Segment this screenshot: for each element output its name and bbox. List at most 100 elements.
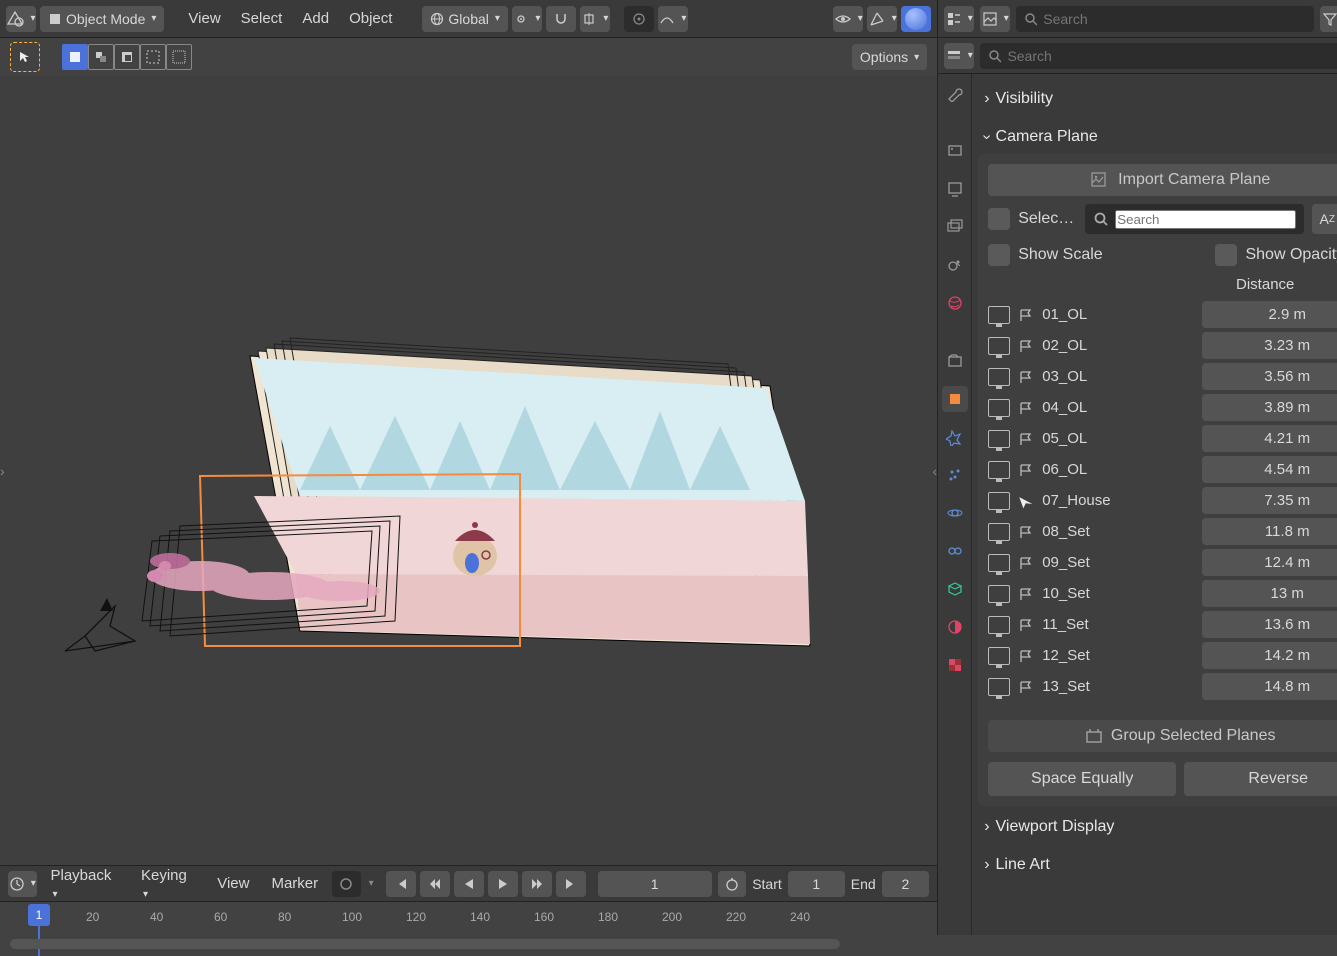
properties-search[interactable] xyxy=(980,43,1337,69)
show-opacity-checkbox[interactable] xyxy=(1215,244,1237,266)
timeline-marker[interactable]: Marker xyxy=(263,875,326,892)
panel-line-art[interactable]: ›Line Art xyxy=(976,848,1337,882)
plane-distance[interactable]: 3.89 m xyxy=(1202,394,1337,421)
timeline-ruler[interactable]: 1 20406080100120140160180200220240 xyxy=(0,901,937,935)
tab-texture[interactable] xyxy=(942,652,968,678)
plane-distance[interactable]: 7.35 m xyxy=(1202,487,1337,514)
start-frame[interactable]: 1 xyxy=(788,871,845,897)
plane-row[interactable]: 12_Set14.2 m xyxy=(988,640,1337,671)
mode-dropdown[interactable]: Object Mode▾ xyxy=(40,6,164,32)
snap-toggle[interactable] xyxy=(546,6,576,32)
show-scale-checkbox[interactable] xyxy=(988,244,1010,266)
preview-range[interactable] xyxy=(718,871,747,897)
proportional-falloff[interactable]: ▾ xyxy=(658,6,688,32)
plane-distance[interactable]: 13.6 m xyxy=(1202,611,1337,638)
monitor-icon[interactable] xyxy=(988,678,1010,696)
outliner-filter[interactable]: ▾ xyxy=(1320,6,1337,32)
panel-viewport-display[interactable]: ›Viewport Display⠿ xyxy=(976,810,1337,844)
outliner-search[interactable] xyxy=(1016,6,1314,32)
tab-collection[interactable] xyxy=(942,348,968,374)
outliner-display-mode[interactable]: ▾ xyxy=(980,6,1010,32)
monitor-icon[interactable] xyxy=(988,430,1010,448)
plane-distance[interactable]: 14.2 m xyxy=(1202,642,1337,669)
reverse-button[interactable]: Reverse xyxy=(1184,762,1337,796)
space-equally-button[interactable]: Space Equally xyxy=(988,762,1176,796)
panel-camera-plane[interactable]: › Camera Plane⠿ xyxy=(976,120,1337,154)
monitor-icon[interactable] xyxy=(988,461,1010,479)
timeline-editor-dropdown[interactable]: ▾ xyxy=(8,871,37,897)
transform-orientation[interactable]: Global▾ xyxy=(422,6,508,32)
options-dropdown[interactable]: Options▾ xyxy=(852,44,927,70)
tab-particles[interactable] xyxy=(942,462,968,488)
plane-row[interactable]: 13_Set14.8 m xyxy=(988,671,1337,702)
end-frame[interactable]: 2 xyxy=(882,871,930,897)
monitor-icon[interactable] xyxy=(988,368,1010,386)
jump-next-key[interactable] xyxy=(522,871,552,897)
plane-distance[interactable]: 3.56 m xyxy=(1202,363,1337,390)
plane-distance[interactable]: 13 m xyxy=(1202,580,1337,607)
plane-row[interactable]: 08_Set11.8 m xyxy=(988,516,1337,547)
outliner-editor-dropdown[interactable]: ▾ xyxy=(944,6,974,32)
jump-end[interactable] xyxy=(556,871,586,897)
monitor-icon[interactable] xyxy=(988,585,1010,603)
selmode-invert[interactable] xyxy=(140,44,166,70)
monitor-icon[interactable] xyxy=(988,616,1010,634)
selmode-new[interactable] xyxy=(62,44,88,70)
menu-view[interactable]: View xyxy=(180,10,228,27)
plane-row[interactable]: 07_House7.35 m xyxy=(988,485,1337,516)
jump-prev-key[interactable] xyxy=(420,871,450,897)
plane-row[interactable]: 05_OL4.21 m xyxy=(988,423,1337,454)
monitor-icon[interactable] xyxy=(988,399,1010,417)
plane-row[interactable]: 02_OL3.23 m xyxy=(988,330,1337,361)
tab-viewlayer[interactable] xyxy=(942,214,968,240)
group-selected-button[interactable]: Group Selected Planes xyxy=(988,720,1337,752)
selected-only-checkbox[interactable] xyxy=(988,208,1010,230)
gizmo-dropdown[interactable]: ▾ xyxy=(867,6,897,32)
plane-distance[interactable]: 3.23 m xyxy=(1202,332,1337,359)
plane-distance[interactable]: 4.54 m xyxy=(1202,456,1337,483)
pivot-dropdown[interactable]: ▾ xyxy=(512,6,542,32)
autokey-toggle[interactable] xyxy=(332,871,361,897)
plane-row[interactable]: 01_OL2.9 m xyxy=(988,299,1337,330)
monitor-icon[interactable] xyxy=(988,523,1010,541)
plane-search[interactable] xyxy=(1085,204,1304,234)
timeline-view[interactable]: View xyxy=(209,875,257,892)
selmode-extend[interactable] xyxy=(88,44,114,70)
play[interactable] xyxy=(488,871,518,897)
properties-editor-dropdown[interactable]: ▾ xyxy=(944,43,974,69)
visibility-dropdown[interactable]: ▾ xyxy=(833,6,863,32)
timeline-keying[interactable]: Keying ▾ xyxy=(133,867,203,901)
plane-row[interactable]: 03_OL3.56 m xyxy=(988,361,1337,392)
monitor-icon[interactable] xyxy=(988,647,1010,665)
tab-modifiers[interactable] xyxy=(942,424,968,450)
tab-physics[interactable] xyxy=(942,500,968,526)
tab-material[interactable] xyxy=(942,614,968,640)
plane-row[interactable]: 10_Set13 m xyxy=(988,578,1337,609)
plane-row[interactable]: 06_OL4.54 m xyxy=(988,454,1337,485)
plane-distance[interactable]: 2.9 m xyxy=(1202,301,1337,328)
monitor-icon[interactable] xyxy=(988,554,1010,572)
plane-distance[interactable]: 11.8 m xyxy=(1202,518,1337,545)
menu-select[interactable]: Select xyxy=(233,10,291,27)
tab-object[interactable] xyxy=(942,386,968,412)
playhead[interactable]: 1 xyxy=(28,904,50,926)
current-frame[interactable]: 1 xyxy=(598,871,712,897)
3d-viewport[interactable]: › ‹ xyxy=(0,76,937,865)
import-camera-plane-button[interactable]: Import Camera Plane xyxy=(988,164,1337,196)
plane-distance[interactable]: 4.21 m xyxy=(1202,425,1337,452)
tab-world[interactable] xyxy=(942,290,968,316)
play-reverse[interactable] xyxy=(454,871,484,897)
plane-row[interactable]: 11_Set13.6 m xyxy=(988,609,1337,640)
panel-visibility[interactable]: ›Visibility⠿ xyxy=(976,82,1337,116)
tab-output[interactable] xyxy=(942,176,968,202)
sidebar-toggle[interactable]: ‹ xyxy=(933,463,938,479)
plane-row[interactable]: 04_OL3.89 m xyxy=(988,392,1337,423)
plane-distance[interactable]: 12.4 m xyxy=(1202,549,1337,576)
menu-object[interactable]: Object xyxy=(341,10,400,27)
plane-distance[interactable]: 14.8 m xyxy=(1202,673,1337,700)
selmode-intersect[interactable] xyxy=(166,44,192,70)
jump-start[interactable] xyxy=(386,871,416,897)
sort-alpha-button[interactable]: AZ xyxy=(1312,204,1337,234)
tab-scene[interactable] xyxy=(942,252,968,278)
select-box-tool[interactable] xyxy=(10,42,40,72)
